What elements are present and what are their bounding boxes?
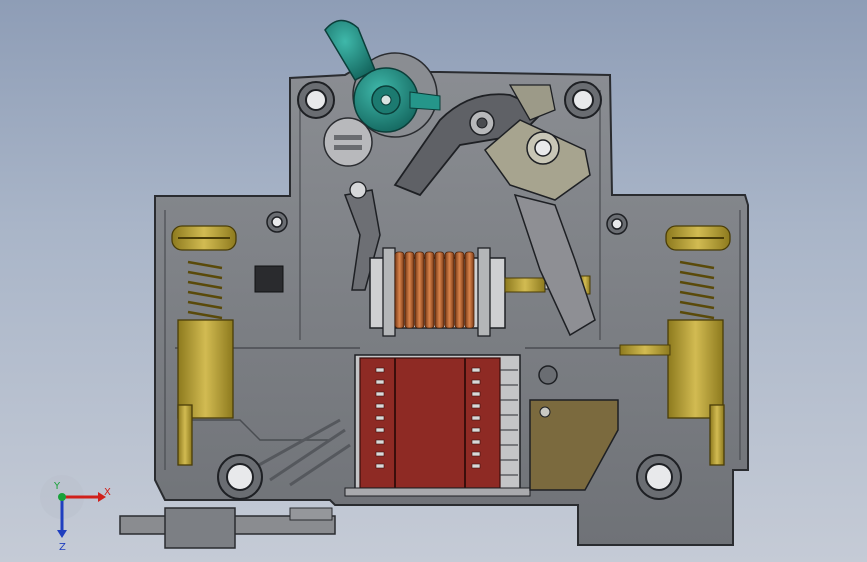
mounting-hole-top-right xyxy=(564,81,602,119)
slotted-screw-head xyxy=(323,117,373,167)
cad-viewport[interactable]: X Y Z xyxy=(0,0,867,562)
mounting-hole-mid-right xyxy=(606,213,628,235)
axis-triad: X Y Z xyxy=(40,475,111,553)
arc-chute xyxy=(344,354,531,497)
mounting-hole-bottom-left xyxy=(217,454,263,500)
mounting-hole-top-left xyxy=(297,81,335,119)
y-axis-dot xyxy=(58,493,66,501)
x-axis-label: X xyxy=(104,487,111,498)
y-axis-label: Y xyxy=(53,481,61,492)
mounting-hole-bottom-right xyxy=(636,454,682,500)
din-rail-clip xyxy=(119,507,336,549)
mounting-hole-mid-left xyxy=(266,211,288,233)
z-axis-label: Z xyxy=(59,542,66,553)
small-hole-center xyxy=(538,365,558,385)
